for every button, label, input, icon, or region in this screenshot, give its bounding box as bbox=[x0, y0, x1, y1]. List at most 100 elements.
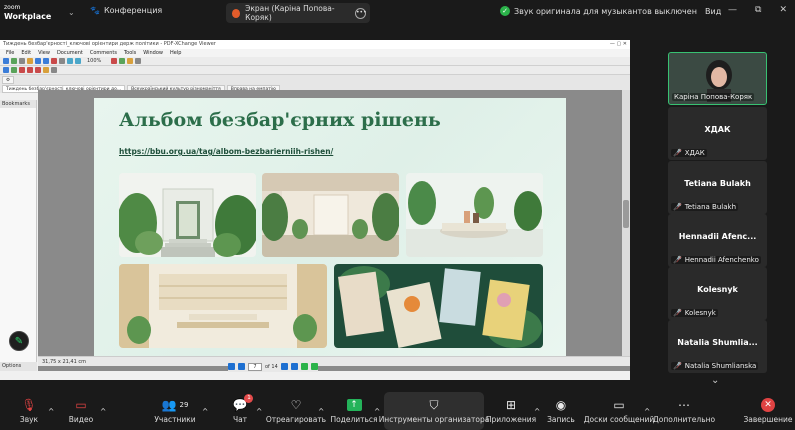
scroll-down-chevron-icon[interactable]: ⌄ bbox=[711, 375, 719, 386]
vertical-scrollbar[interactable] bbox=[622, 90, 630, 360]
participant-tile-active[interactable]: Каріна Попова-Коряк bbox=[668, 52, 767, 105]
page-number-input[interactable]: 7 bbox=[248, 362, 262, 371]
end-meeting-button[interactable]: ✕ Завершение bbox=[743, 392, 793, 430]
go-back-icon[interactable] bbox=[300, 363, 308, 370]
participants-options-caret[interactable]: ^ bbox=[202, 392, 208, 430]
pencil-icon[interactable] bbox=[43, 67, 49, 73]
participant-tile[interactable]: Kolesnyk 🎤̸ Kolesnyk bbox=[668, 267, 767, 320]
whiteboards-button[interactable]: ▭ Доски сообщений bbox=[584, 392, 655, 430]
record-button[interactable]: ◉ Запись bbox=[546, 392, 576, 430]
minimize-icon[interactable]: — bbox=[728, 5, 737, 15]
conference-button[interactable]: 🐾 Конференция bbox=[90, 6, 162, 15]
screen-share-indicator[interactable]: Экран (Каріна Попова-Коряк) ••• bbox=[226, 3, 370, 23]
bookmarks-pane: Bookmarks bbox=[0, 100, 37, 370]
participant-label: 🎤̸ Natalia Shumlianska bbox=[671, 362, 759, 370]
menu-comments[interactable]: Comments bbox=[90, 49, 117, 57]
prev-page-icon[interactable] bbox=[238, 363, 245, 370]
shape-icon[interactable] bbox=[27, 67, 33, 73]
apps-options-caret[interactable]: ^ bbox=[534, 392, 540, 430]
video-button[interactable]: ▭ Видео bbox=[64, 392, 98, 430]
last-page-icon[interactable] bbox=[290, 363, 298, 370]
host-tools-button[interactable]: ⛉ Инструменты организатора bbox=[379, 392, 489, 430]
more-button[interactable]: ⋯ Дополнительно bbox=[653, 392, 715, 430]
react-button[interactable]: ♡ Отреагировать bbox=[266, 392, 326, 430]
options-button[interactable]: Options bbox=[0, 362, 37, 371]
highlight-icon[interactable] bbox=[19, 67, 25, 73]
more-icon: ⋯ bbox=[678, 398, 690, 412]
rotate-icon[interactable] bbox=[111, 58, 118, 64]
video-options-caret[interactable]: ^ bbox=[100, 392, 106, 430]
menu-document[interactable]: Document bbox=[57, 49, 83, 57]
audio-options-caret[interactable]: ^ bbox=[48, 392, 54, 430]
chat-options-caret[interactable]: ^ bbox=[256, 392, 262, 430]
open-icon[interactable] bbox=[3, 58, 9, 64]
slide-page: Альбом безбар'єрних рішень https://bbu.o… bbox=[94, 98, 566, 363]
annotate-pencil-icon[interactable]: ✎ bbox=[9, 331, 29, 351]
menu-view[interactable]: View bbox=[38, 49, 50, 57]
chevron-down-icon[interactable]: ⌄ bbox=[68, 8, 75, 17]
save-icon[interactable] bbox=[11, 58, 17, 64]
line-icon[interactable] bbox=[35, 67, 41, 73]
video-off-icon: ▭ bbox=[75, 398, 87, 412]
share-options-caret[interactable]: ^ bbox=[374, 392, 380, 430]
scrollbar-thumb[interactable] bbox=[623, 200, 629, 228]
participants-button[interactable]: 👥 29 Участники bbox=[152, 392, 198, 430]
first-page-icon[interactable] bbox=[228, 363, 235, 370]
fit-page-icon[interactable] bbox=[119, 58, 126, 64]
menu-edit[interactable]: Edit bbox=[21, 49, 31, 57]
zoom-in-icon[interactable] bbox=[67, 58, 73, 64]
participant-label: 🎤̸ Kolesnyk bbox=[671, 309, 718, 317]
audio-button[interactable]: 🎙 Звук bbox=[12, 392, 46, 430]
email-icon[interactable] bbox=[27, 58, 33, 64]
select-icon[interactable] bbox=[3, 67, 9, 73]
share-button[interactable]: ↑ Поделиться bbox=[330, 392, 378, 430]
zoom-out-icon[interactable] bbox=[75, 58, 81, 64]
apps-button[interactable]: ⊞ Приложения bbox=[486, 392, 536, 430]
menu-window[interactable]: Window bbox=[143, 49, 163, 57]
mic-muted-icon: 🎤̸ bbox=[673, 203, 682, 211]
forward-icon[interactable] bbox=[43, 58, 49, 64]
menu-tools[interactable]: Tools bbox=[124, 49, 136, 57]
eraser-icon[interactable] bbox=[51, 67, 57, 73]
participant-tile[interactable]: Natalia Shumlia... 🎤̸ Natalia Shumliansk… bbox=[668, 320, 767, 373]
menu-help[interactable]: Help bbox=[170, 49, 181, 57]
zoom-level[interactable]: 100% bbox=[87, 58, 101, 64]
mic-muted-icon: 🎤̸ bbox=[673, 149, 682, 157]
comment-icon[interactable] bbox=[127, 58, 134, 64]
next-page-icon[interactable] bbox=[280, 363, 288, 370]
participant-label: 🎤̸ ХДАК bbox=[671, 149, 707, 157]
original-sound-status[interactable]: ✓ Звук оригинала для музыкантов выключен bbox=[500, 6, 697, 16]
top-bar: zoom Workplace ⌄ 🐾 Конференция Экран (Ка… bbox=[0, 0, 795, 26]
typewriter-icon[interactable] bbox=[11, 67, 17, 73]
chat-button[interactable]: 💬 1 Чат bbox=[226, 392, 254, 430]
document-viewport[interactable]: Альбом безбар'єрних рішень https://bbu.o… bbox=[38, 90, 630, 371]
markup-icon[interactable] bbox=[51, 58, 57, 64]
mic-muted-icon: 🎤̸ bbox=[673, 256, 682, 264]
back-icon[interactable] bbox=[35, 58, 41, 64]
participant-tile[interactable]: Tetiana Bulakh 🎤̸ Tetiana Bulakh bbox=[668, 161, 767, 214]
participant-tile[interactable]: ХДАК 🎤̸ ХДАК bbox=[668, 107, 767, 160]
print-icon[interactable] bbox=[19, 58, 25, 64]
hand-icon[interactable] bbox=[59, 58, 65, 64]
participant-tile[interactable]: Hennadii Afenc... 🎤̸ Hennadii Afenchenko bbox=[668, 214, 767, 267]
go-forward-icon[interactable] bbox=[310, 363, 318, 370]
more-options-icon[interactable]: ••• bbox=[355, 7, 367, 19]
participant-label: 🎤̸ Tetiana Bulakh bbox=[671, 203, 739, 211]
shared-screen: Тиждень безбар'єрності_ключові орієнтири… bbox=[0, 40, 630, 380]
maximize-icon[interactable]: ⧉ bbox=[755, 5, 761, 15]
view-menu[interactable]: Вид bbox=[705, 7, 721, 16]
react-options-caret[interactable]: ^ bbox=[318, 392, 324, 430]
close-icon[interactable]: ✕ bbox=[779, 5, 787, 15]
page-size-readout: 31,75 x 21,41 cm bbox=[42, 359, 86, 365]
tab-properties[interactable]: ⚙ bbox=[2, 76, 15, 84]
slide-link[interactable]: https://bbu.org.ua/tag/albom-bezbarierni… bbox=[119, 147, 333, 156]
chat-badge: 1 bbox=[244, 394, 254, 403]
whiteboards-options-caret[interactable]: ^ bbox=[644, 392, 650, 430]
bookmarks-header[interactable]: Bookmarks bbox=[0, 100, 36, 108]
photo-house-entrance bbox=[119, 173, 256, 257]
shield-icon: ⛉ bbox=[429, 397, 439, 412]
stamp-icon[interactable] bbox=[135, 58, 142, 64]
pdf-window-controls[interactable]: — ▢ ✕ bbox=[610, 40, 627, 49]
participant-label: 🎤̸ Hennadii Afenchenko bbox=[671, 256, 761, 264]
menu-file[interactable]: File bbox=[6, 49, 14, 57]
